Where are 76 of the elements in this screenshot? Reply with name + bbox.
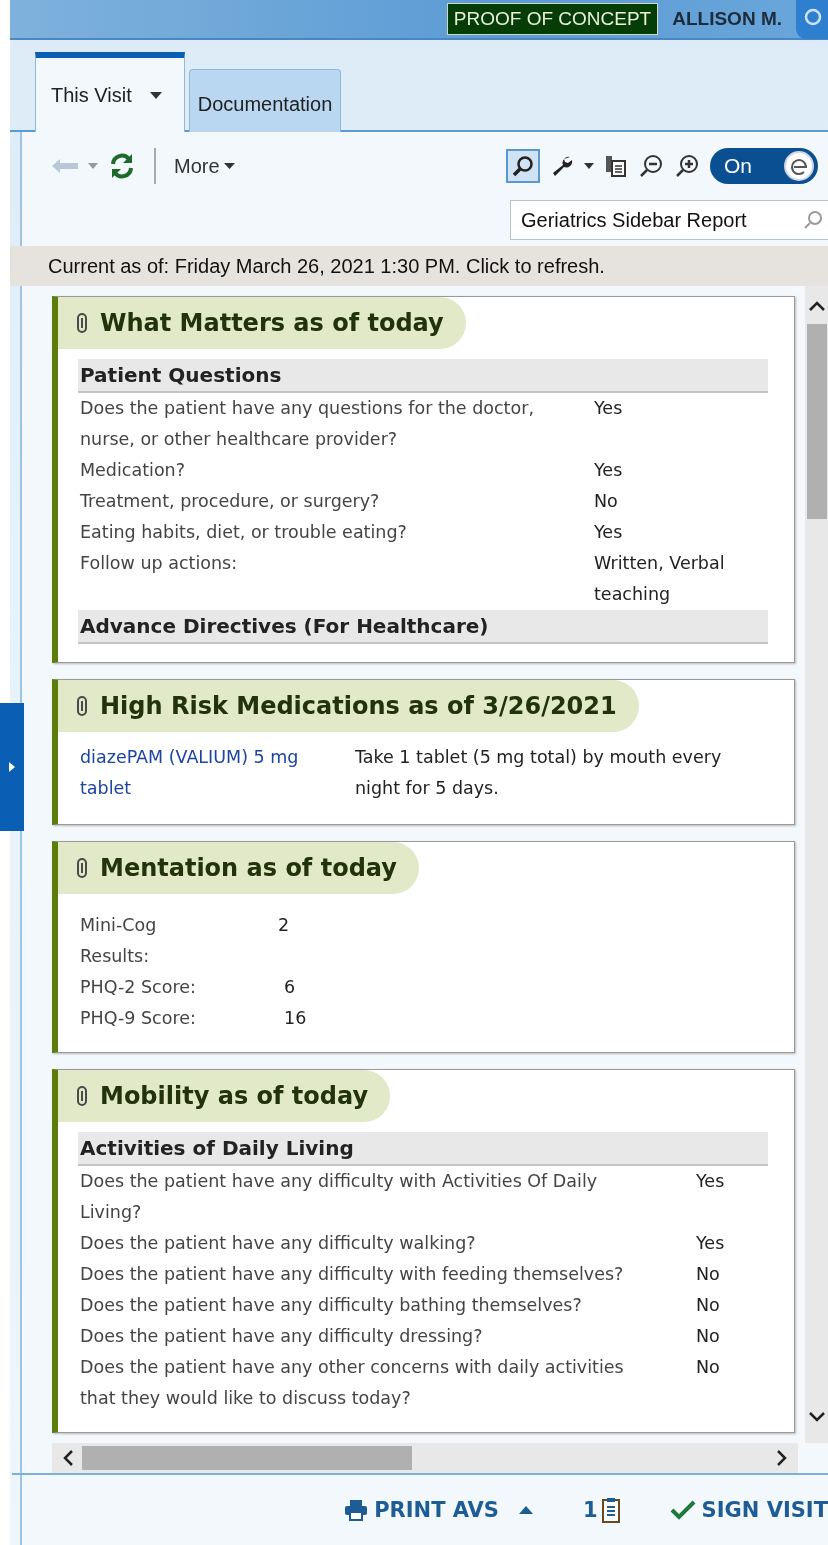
answer-value: Yes [594,459,624,482]
scroll-thumb[interactable] [82,1446,412,1470]
answer-value: No [696,1294,721,1317]
answer-value: Yes [594,397,624,420]
section-heading: Activities of Daily Living [78,1132,768,1166]
question-label: Does the patient have any difficulty with feeding themselves? [80,1263,625,1286]
section-heading: Patient Questions [78,359,768,393]
tab[interactable]: Documentation [188,69,342,132]
refresh-status-text[interactable]: Current as of: Friday March 26, 2021 1:30 PM. Click to refresh. [10,246,828,286]
caret-icon [223,163,235,169]
zoom-in-icon[interactable] [674,153,700,179]
card-title-text: What Matters as of today [100,309,444,337]
caret-icon [519,1506,533,1514]
question-label: Does the patient have any difficulty with Activities Of Daily Living? [80,1170,599,1224]
scroll-down-icon[interactable] [807,1411,826,1423]
medication-instructions: Take 1 tablet (5 mg total) by mouth every night for 5 days. [355,746,723,800]
search-icon [512,155,534,177]
paperclip-icon [76,696,88,716]
paperclip-icon [76,1086,88,1106]
printer-icon [344,1499,369,1521]
more-menu-button[interactable]: More [174,154,235,178]
scroll-thumb[interactable] [806,324,827,519]
paperclip-icon [76,858,88,878]
answer-value: No [696,1263,721,1286]
score-value: 6 [284,976,297,999]
score-label: PHQ-9 Score: [80,1007,197,1030]
card-title-text: Mobility as of today [100,1082,369,1110]
copy-icon[interactable] [604,154,628,178]
question-label: Treatment, procedure, or surgery? [80,490,381,513]
print-button[interactable]: PRINT AVS [344,1498,533,1522]
score-value: 2 [278,914,291,937]
section-heading: Advance Directives (For Healthcare) [78,610,768,644]
checkmark-icon [669,1500,696,1520]
caret-icon[interactable] [584,163,594,169]
wrench-icon[interactable] [550,154,574,178]
search-button[interactable] [506,149,540,183]
card-title-text: Mentation as of today [100,854,397,882]
paperclip-icon [76,313,88,333]
scroll-left-icon[interactable] [62,1449,74,1467]
question-label: Does the patient have any difficulty walking? [80,1232,477,1255]
card-title-text: High Risk Medications as of 3/26/2021 [100,692,617,720]
report-search-field[interactable]: Geriatrics Sidebar Report [510,200,828,240]
question-label: Does the patient have any other concerns with daily activities that they would like to discuss today? [80,1356,625,1410]
scroll-up-icon[interactable] [807,300,826,312]
answer-value: Yes [696,1170,726,1193]
vertical-scrollbar[interactable] [805,286,828,1443]
refresh-icon[interactable] [108,152,136,180]
clipboard-icon [601,1497,620,1523]
question-label: Follow up actions: [80,552,239,575]
score-value: 16 [284,1007,308,1030]
question-label: Eating habits, diet, or trouble eating? [80,521,408,544]
expand-arrow-icon [8,761,16,773]
score-label: PHQ-2 Score: [80,976,197,999]
user-name: ALLISON M. [672,8,782,30]
score-label: Mini-Cog Results: [80,914,158,968]
medication-link[interactable]: diazePAM (VALIUM) 5 mg tablet [80,742,355,804]
question-label: Does the patient have any questions for the doctor, nurse, or other healthcare provider? [80,397,535,451]
scroll-right-icon[interactable] [776,1449,788,1467]
tab[interactable]: This Visit [35,52,185,132]
toggle-switch[interactable]: On [710,148,818,184]
answer-value: Yes [696,1232,726,1255]
answer-value: Yes [594,521,624,544]
answer-value: No [594,490,619,513]
zoom-out-icon[interactable] [638,153,664,179]
answer-value: No [696,1325,721,1348]
clipboard-count-button[interactable]: 1 [583,1497,620,1523]
horizontal-scrollbar[interactable] [52,1443,798,1473]
caret-icon [149,91,162,99]
answer-value: Written, Verbal teaching [594,552,726,606]
answer-value: No [696,1356,721,1379]
question-label: Does the patient have any difficulty dressing? [80,1325,484,1348]
sign-visit-button[interactable]: SIGN VISIT [669,1498,828,1522]
environment-badge: PROOF OF CONCEPT [446,3,659,35]
search-icon [803,210,823,230]
question-label: Does the patient have any difficulty bathing themselves? [80,1294,583,1317]
question-label: Medication? [80,459,186,482]
